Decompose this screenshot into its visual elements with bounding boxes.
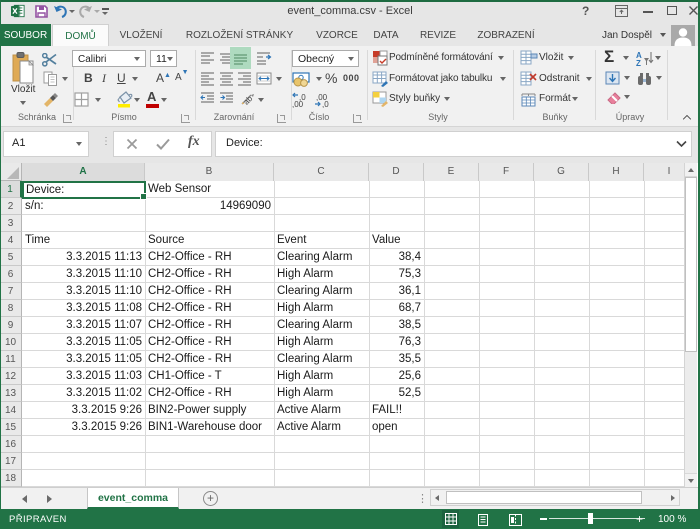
svg-text:Z: Z: [636, 59, 641, 67]
svg-text:,0: ,0: [322, 100, 329, 108]
svg-text:,00: ,00: [292, 100, 304, 108]
